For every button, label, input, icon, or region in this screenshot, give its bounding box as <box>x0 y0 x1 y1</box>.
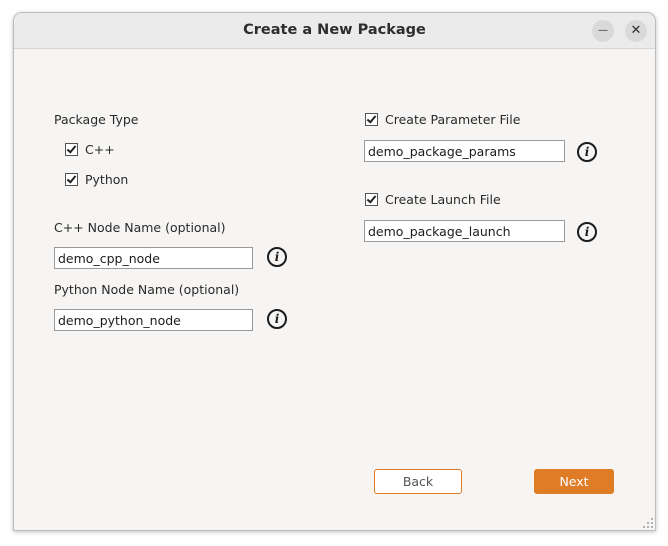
python-checkbox[interactable] <box>65 172 78 186</box>
python-node-name-input[interactable] <box>54 309 253 331</box>
parameter-file-checkbox-row[interactable]: Create Parameter File <box>365 111 520 127</box>
launch-file-checkbox-row[interactable]: Create Launch File <box>365 191 501 207</box>
info-icon[interactable]: i <box>577 222 597 242</box>
next-button[interactable]: Next <box>534 469 614 494</box>
title-bar[interactable]: Create a New Package — ✕ <box>14 13 655 49</box>
python-checkbox-row[interactable]: Python <box>65 171 128 187</box>
checkmark-icon <box>66 142 77 154</box>
python-checkbox-label: Python <box>85 171 129 187</box>
minimize-button[interactable]: — <box>592 20 614 42</box>
info-icon[interactable]: i <box>267 247 287 267</box>
checkmark-icon <box>366 192 377 204</box>
parameter-file-input[interactable] <box>364 140 565 162</box>
resize-grip-icon[interactable] <box>643 518 653 528</box>
cpp-checkbox[interactable] <box>65 142 78 156</box>
info-icon[interactable]: i <box>577 142 597 162</box>
parameter-file-checkbox-label: Create Parameter File <box>385 111 521 127</box>
checkmark-icon <box>366 112 377 124</box>
launch-file-checkbox-label: Create Launch File <box>385 191 501 207</box>
cpp-node-name-label: C++ Node Name (optional) <box>54 220 226 235</box>
checkmark-icon <box>66 172 77 184</box>
cpp-checkbox-label: C++ <box>85 141 115 157</box>
launch-file-checkbox[interactable] <box>365 192 378 206</box>
dialog-window: Create a New Package — ✕ Package Type C+… <box>13 12 656 531</box>
cpp-node-name-input[interactable] <box>54 247 253 269</box>
close-button[interactable]: ✕ <box>625 20 647 42</box>
parameter-file-checkbox[interactable] <box>365 112 378 126</box>
package-type-label: Package Type <box>54 112 139 127</box>
launch-file-input[interactable] <box>364 220 565 242</box>
back-button[interactable]: Back <box>374 469 462 494</box>
window-title: Create a New Package <box>243 22 426 38</box>
python-node-name-label: Python Node Name (optional) <box>54 282 240 297</box>
cpp-checkbox-row[interactable]: C++ <box>65 141 115 157</box>
info-icon[interactable]: i <box>267 309 287 329</box>
